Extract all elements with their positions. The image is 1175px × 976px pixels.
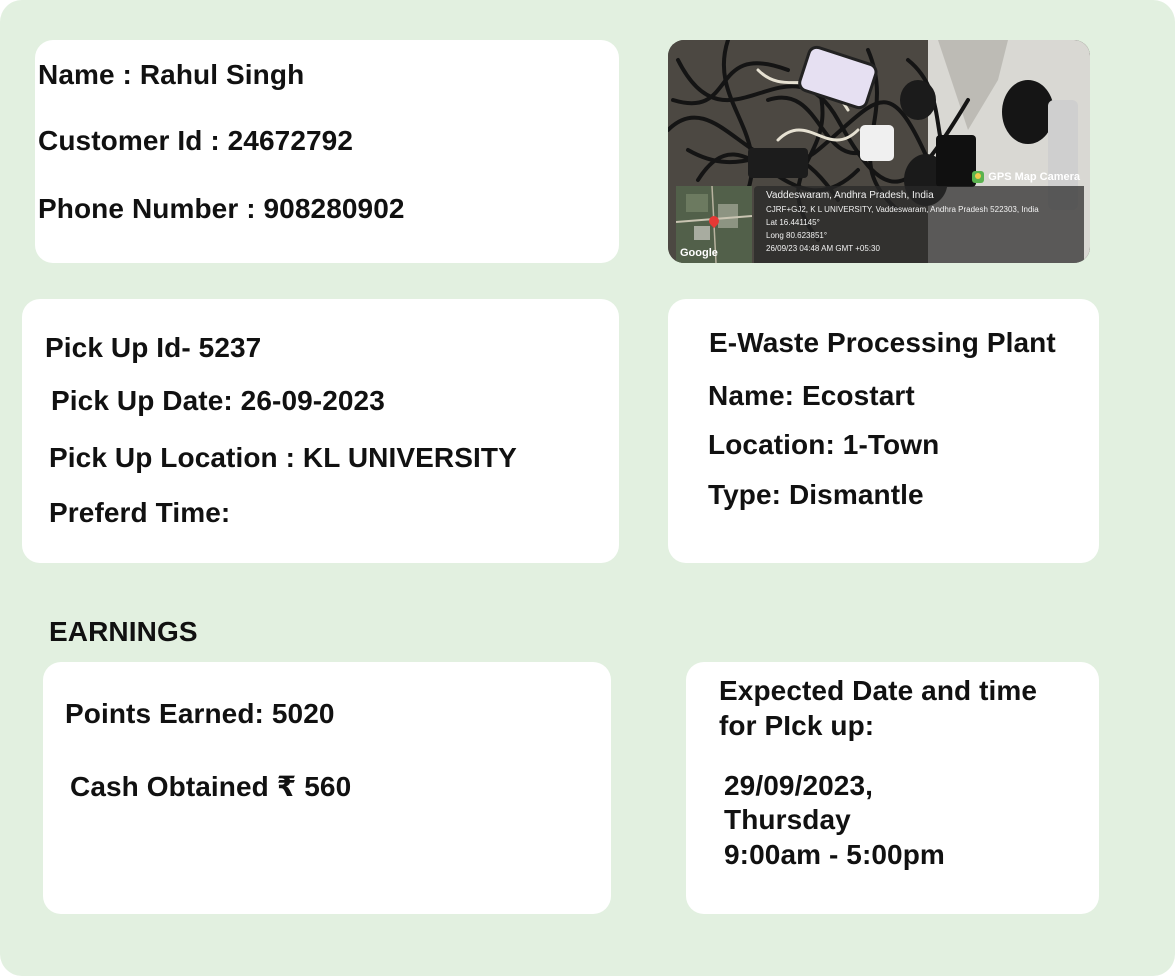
gps-camera-icon <box>972 171 985 183</box>
photo-address: CJRF+GJ2, K L UNIVERSITY, Vaddeswaram, A… <box>766 205 1039 214</box>
expected-pickup-card: Expected Date and time for PIck up: 29/0… <box>686 662 1099 914</box>
pickup-photo[interactable]: GPS Map Camera Google Vaddeswaram, Andhr… <box>668 40 1090 263</box>
dashboard-background: Name : Rahul Singh Customer Id : 2467279… <box>0 0 1175 976</box>
pickup-date: Pick Up Date: 26-09-2023 <box>51 385 385 416</box>
location-minimap: Google <box>676 186 752 263</box>
map-attribution: Google <box>680 247 718 259</box>
points-earned: Points Earned: 5020 <box>65 698 335 729</box>
customer-phone: Phone Number : 908280902 <box>38 193 405 224</box>
gps-map-camera-badge: GPS Map Camera <box>972 171 1080 183</box>
plant-type: Type: Dismantle <box>708 479 924 510</box>
photo-longitude: Long 80.623851° <box>766 231 828 240</box>
expected-date: 29/09/2023, <box>724 770 874 801</box>
earnings-card: Points Earned: 5020 Cash Obtained ₹ 560 <box>43 662 611 914</box>
gps-badge-label: GPS Map Camera <box>988 171 1080 183</box>
cash-obtained: Cash Obtained ₹ 560 <box>70 771 352 802</box>
pickup-id: Pick Up Id- 5237 <box>45 332 262 363</box>
customer-name: Name : Rahul Singh <box>38 59 305 90</box>
expected-time: 9:00am - 5:00pm <box>724 839 945 870</box>
pickup-location: Pick Up Location : KL UNIVERSITY <box>49 442 517 473</box>
pickup-details-card: Pick Up Id- 5237 Pick Up Date: 26-09-202… <box>22 299 619 563</box>
photo-timestamp: 26/09/23 04:48 AM GMT +05:30 <box>766 244 880 253</box>
plant-location: Location: 1-Town <box>708 429 940 460</box>
plant-name: Name: Ecostart <box>708 380 915 411</box>
photo-place: Vaddeswaram, Andhra Pradesh, India <box>766 190 934 201</box>
photo-latitude: Lat 16.441145° <box>766 218 820 227</box>
processing-plant-card: E-Waste Processing Plant Name: Ecostart … <box>668 299 1099 563</box>
expected-title-line1: Expected Date and time <box>719 675 1038 706</box>
plant-title: E-Waste Processing Plant <box>709 327 1056 358</box>
preferred-time: Preferd Time: <box>49 497 231 528</box>
expected-title-line2: for PIck up: <box>719 710 875 741</box>
expected-day: Thursday <box>724 804 851 835</box>
customer-info-card: Name : Rahul Singh Customer Id : 2467279… <box>35 40 619 263</box>
customer-id: Customer Id : 24672792 <box>38 125 354 156</box>
earnings-heading: EARNINGS <box>49 616 198 647</box>
gps-info-overlay: Vaddeswaram, Andhra Pradesh, India CJRF+… <box>754 186 1084 263</box>
